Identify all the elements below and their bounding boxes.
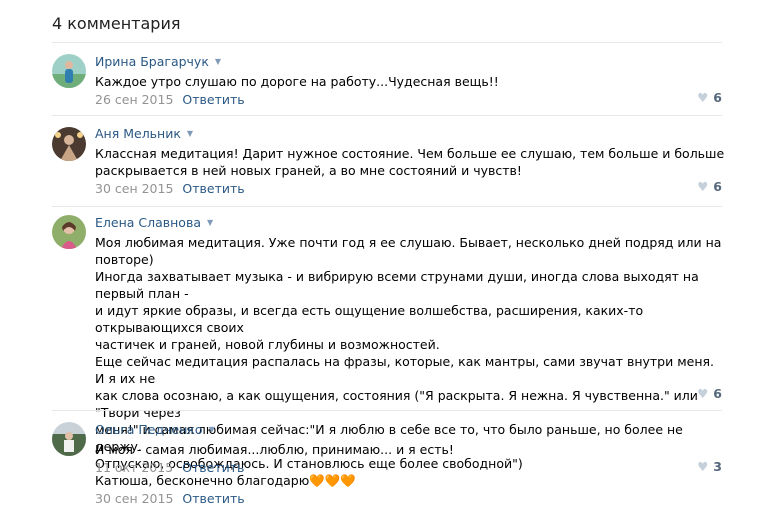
divider [52,410,722,411]
like-button[interactable]: ♥ 6 [697,179,722,194]
like-count: 6 [713,90,722,105]
comment-author[interactable]: Ольга Педченко ▼ [95,421,725,439]
comment-date[interactable]: 11 окт 2015 [95,460,173,475]
divider [52,115,722,116]
heart-icon: ♥ [697,90,709,105]
like-button[interactable]: ♥ 6 [697,386,722,401]
comment-item: Ирина Брагарчук ▼ Каждое утро слушаю по д… [52,53,722,109]
comment-text: Каждое утро слушаю по дороге на работу..… [95,74,499,89]
reply-button[interactable]: Ответить [182,181,244,196]
like-button[interactable]: ♥ 6 [697,90,722,105]
comment-author[interactable]: Аня Мельник ▼ [95,125,725,143]
comment-date[interactable]: 26 сен 2015 [95,92,173,107]
comment-date[interactable]: 30 сен 2015 [95,181,173,196]
like-count: 6 [713,386,722,401]
divider [52,206,722,207]
heart-icon: ♥ [697,459,709,474]
avatar-photo-icon [52,127,86,161]
comment-item: Аня Мельник ▼ Классная медитация! Дарит н… [52,125,725,201]
comment-text: Классная медитация! Дарит нужное состоян… [95,146,725,178]
chevron-down-icon[interactable]: ▼ [207,218,213,227]
comment-author[interactable]: Ирина Брагарчук ▼ [95,53,725,71]
avatar-photo-icon [52,54,86,88]
comment-author[interactable]: Елена Славнова ▼ [95,214,725,232]
avatar[interactable] [52,422,86,456]
comment-text: И моя - самая любимая...люблю, принимаю.… [95,442,454,457]
heart-icon: ♥ [697,386,709,401]
chevron-down-icon[interactable]: ▼ [187,129,193,138]
comment-item: Ольга Педченко ▼ И моя - самая любимая...… [52,421,722,479]
heart-icon: ♥ [697,179,709,194]
avatar[interactable] [52,54,86,88]
like-button[interactable]: ♥ 3 [697,459,722,474]
comments-count-title: 4 комментария [52,14,181,33]
comment-date[interactable]: 30 сен 2015 [95,491,173,506]
comment-item: Елена Славнова ▼ Моя любимая медитация. У… [52,214,725,506]
avatar-photo-icon [52,215,86,249]
avatar[interactable] [52,215,86,249]
reply-button[interactable]: Ответить [182,491,244,506]
reply-button[interactable]: Ответить [182,92,244,107]
like-count: 6 [713,179,722,194]
reply-button[interactable]: Ответить [182,460,244,475]
chevron-down-icon[interactable]: ▼ [215,57,221,66]
divider [52,42,722,43]
like-count: 3 [713,459,722,474]
avatar-photo-icon [52,422,86,456]
chevron-down-icon[interactable]: ▼ [209,425,215,434]
avatar[interactable] [52,127,86,161]
